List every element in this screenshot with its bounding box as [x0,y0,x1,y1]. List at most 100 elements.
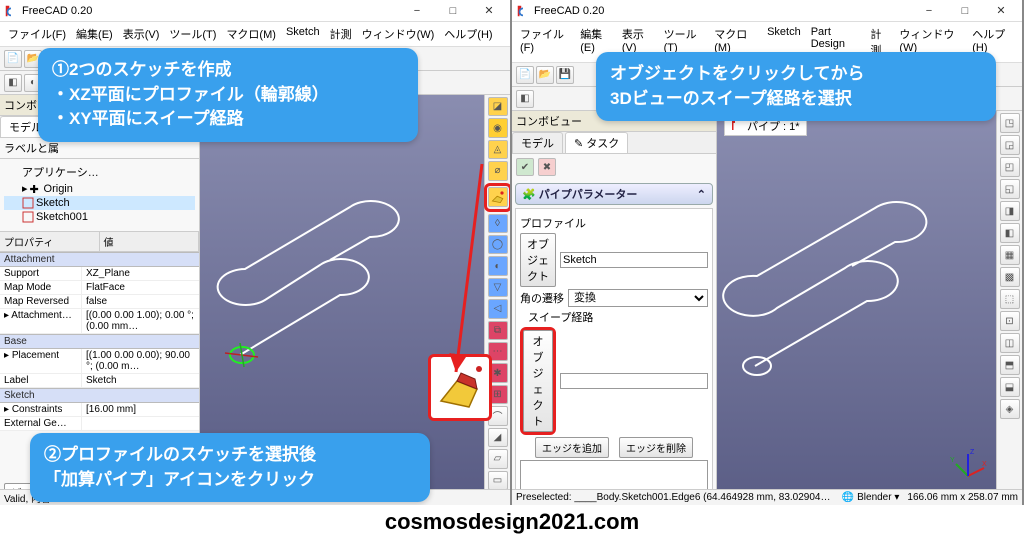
menu-sketch[interactable]: Sketch [282,24,324,44]
callout-2: ②プロファイルのスケッチを選択後 「加算パイプ」アイコンをクリック [30,433,430,502]
path-object-input[interactable] [560,373,708,389]
tool-icon[interactable]: ▩ [1000,267,1020,287]
menubar: ファイル(F) 編集(E) 表示(V) ツール(T) マクロ(M) Sketch… [0,22,510,47]
tree-item-sketch[interactable]: Sketch [4,196,195,210]
titlebar: FreeCAD 0.20 − □ ✕ [512,0,1022,22]
hole-icon[interactable]: ◯ [488,235,508,254]
pipe-params-body: プロファイル オブジェクト 角の遷移 変換 スイープ経路 オブジェクト [515,208,713,500]
tool-icon[interactable]: ◈ [1000,399,1020,419]
sub-loft-icon[interactable]: ▽ [488,278,508,297]
save-icon[interactable]: 💾 [556,66,574,84]
prop-row: ▸ Constraints[16.00 mm] [0,403,199,417]
tool-icon[interactable]: ⬒ [1000,355,1020,375]
titlebar: FreeCAD 0.20 − □ ✕ [0,0,510,22]
menu-window[interactable]: ウィンドウ(W) [358,24,439,44]
sub-pipe-icon[interactable]: ◁ [488,299,508,318]
close-button[interactable]: ✕ [472,1,506,21]
edge-remove-button[interactable]: エッジを削除 [619,437,693,458]
edge-add-button[interactable]: エッジを追加 [535,437,609,458]
path-object-button[interactable]: オブジェクト [523,330,553,432]
menu-macro[interactable]: マクロ(M) [222,24,280,44]
pipe-icon-enlarged [428,354,492,421]
profile-object-button[interactable]: オブジェクト [520,233,556,287]
prop-row: Map Reversedfalse [0,295,199,309]
groove-icon[interactable]: ◐ [488,256,508,275]
menu-measure[interactable]: 計測 [326,24,356,44]
tool-icon[interactable]: ◳ [1000,113,1020,133]
revolve-icon[interactable]: ◉ [488,118,508,137]
tool-icon[interactable]: ◧ [1000,223,1020,243]
corner-select[interactable]: 変換 [568,289,708,307]
tool-icon[interactable]: ◱ [1000,179,1020,199]
chamfer-icon[interactable]: ◢ [488,428,508,447]
callout-3: オブジェクトをクリックしてから 3Dビューのスイープ経路を選択 [596,52,996,121]
minimize-button[interactable]: − [400,1,434,21]
tab-model[interactable]: モデル [512,132,563,153]
maximize-button[interactable]: □ [436,1,470,21]
tool-icon[interactable]: ⬚ [1000,289,1020,309]
tool-icon[interactable]: ▦ [1000,245,1020,265]
menu-view[interactable]: 表示(V) [119,24,164,44]
tree-item-sketch001[interactable]: Sketch001 [4,210,195,224]
menu-file[interactable]: ファイル(F) [4,24,70,44]
prop-col-value: 値 [100,232,200,251]
right-toolbar: ◪ ◉ ◬ ⌀ ◊ ◯ ◐ ▽ ◁ ⧉ ⋯ ✱ ⊞ ⌒ ◢ [484,95,510,492]
tool-icon[interactable]: ⬓ [1000,377,1020,397]
additive-pipe-icon[interactable] [488,187,508,207]
3d-viewport[interactable]: パイプ : 1* X Y Z [717,111,996,505]
thickness-icon[interactable]: ▭ [488,471,508,490]
prop-row: Map ModeFlatFace [0,281,199,295]
tool-icon[interactable]: ◲ [1000,135,1020,155]
tab-task[interactable]: ✎ タスク [565,132,628,153]
ok-icon[interactable]: ✔ [516,158,534,176]
profile-object-input[interactable] [560,252,708,268]
callout-1: ①2つのスケッチを作成 ・XZ平面にプロファイル（輪郭線） ・XY平面にスイープ… [38,48,418,142]
menu-help[interactable]: ヘルプ(H) [440,24,496,44]
tool-icon[interactable]: ◨ [1000,201,1020,221]
open-icon[interactable]: 📂 [536,66,554,84]
pipe-params-header[interactable]: 🧩 パイプパラメーター⌃ [515,183,713,205]
menu-edit[interactable]: 編集(E) [72,24,117,44]
window-title: FreeCAD 0.20 [534,5,912,17]
prop-row: LabelSketch [0,374,199,388]
close-button[interactable]: ✕ [984,1,1018,21]
new-icon[interactable]: 📄 [4,50,22,68]
tree-app-row: アプリケーシ… [4,163,195,181]
collapse-icon[interactable]: ⌃ [697,188,706,201]
tool-icon[interactable]: ◰ [1000,157,1020,177]
prop-row: SupportXZ_Plane [0,267,199,281]
pad-icon[interactable]: ◪ [488,97,508,116]
svg-text:Y: Y [950,457,955,464]
loft-icon[interactable]: ◬ [488,140,508,159]
draft-icon[interactable]: ▱ [488,449,508,468]
tool-icon[interactable]: ⊡ [1000,311,1020,331]
model-tree[interactable]: アプリケーシ… ▸ ✚Origin Sketch Sketch001 [0,159,199,231]
mirror-icon[interactable]: ⧉ [488,321,508,340]
prop-row: External Ge… [0,417,199,431]
additive-pipe-highlight [484,183,512,212]
minimize-button[interactable]: − [912,1,946,21]
axis-gizmo-icon: X Y Z [948,446,988,486]
edges-list[interactable] [520,460,708,492]
nav-style[interactable]: 🌐 Blender ▾ [842,492,900,503]
prop-row: ▸ Attachment…[(0.00 0.00 1.00); 0.00 °; … [0,309,199,334]
menu-tools[interactable]: ツール(T) [165,24,220,44]
object-button-highlight: オブジェクト [520,327,556,435]
menu-file[interactable]: ファイル(F) [516,24,574,60]
tool-icon[interactable]: ◧ [4,74,22,92]
prop-row: ▸ Placement[(1.00 0.00 0.00); 90.00 °; (… [0,349,199,374]
tree-item-origin[interactable]: ▸ ✚Origin [4,181,195,196]
app-logo-icon [516,4,530,18]
tree-header: ラベルと属 [4,140,195,156]
cancel-icon[interactable]: ✖ [538,158,556,176]
new-icon[interactable]: 📄 [516,66,534,84]
maximize-button[interactable]: □ [948,1,982,21]
preselect-text: Preselected: ____Body.Sketch001.Edge6 (6… [516,492,834,503]
tool-icon[interactable]: ◧ [516,90,534,108]
svg-text:Z: Z [970,449,975,456]
dimensions: 166.06 mm x 258.07 mm [907,492,1018,503]
helix-icon[interactable]: ⌀ [488,161,508,180]
pocket-icon[interactable]: ◊ [488,214,508,233]
tool-icon[interactable]: ◫ [1000,333,1020,353]
section-sketch: Sketch [0,388,199,403]
